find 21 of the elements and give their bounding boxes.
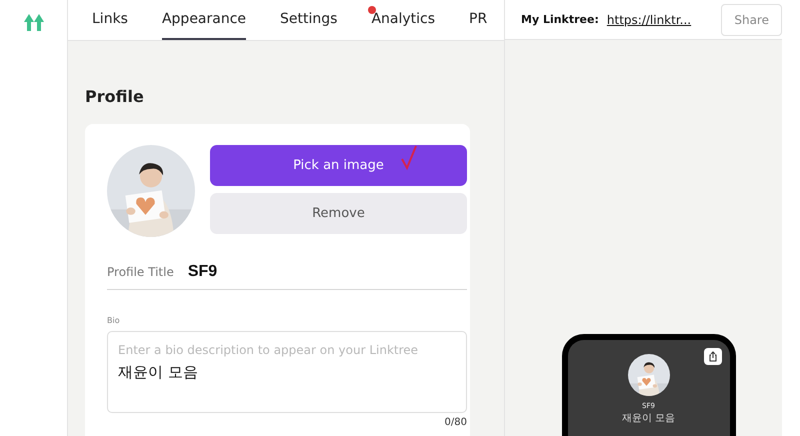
tab[interactable]: Settings (280, 0, 338, 40)
tab[interactable]: Links (92, 0, 128, 40)
preview-bio: 재윤이 모음 (622, 412, 676, 425)
check-mark-icon (400, 145, 418, 171)
field-label: Bio (107, 316, 121, 325)
section-title: Profile (85, 87, 145, 106)
bio-text: 재윤이 모음 (118, 363, 199, 382)
bio-field[interactable]: Enter a bio description to appear on your Linktree 재윤이 모음 (107, 331, 467, 413)
field-label: Profile Title (107, 265, 174, 279)
tab[interactable]: PR (469, 0, 488, 40)
linktree-url-link[interactable]: https://linktr... (606, 12, 692, 26)
share-button[interactable]: Share (721, 4, 782, 36)
tab[interactable]: Appearance (162, 0, 246, 40)
placeholder-text: Enter a bio description to appear on your Linktree (118, 343, 420, 357)
share-icon[interactable] (704, 348, 722, 365)
profile-title-value: SF9 (188, 263, 218, 281)
tab[interactable]: Analytics (371, 0, 436, 40)
character-count: 0/80 (444, 417, 467, 428)
pick-image-button[interactable]: Pick an image (210, 145, 467, 186)
linktree-label: My Linktree: (521, 13, 599, 26)
remove-button[interactable]: Remove (210, 193, 467, 234)
